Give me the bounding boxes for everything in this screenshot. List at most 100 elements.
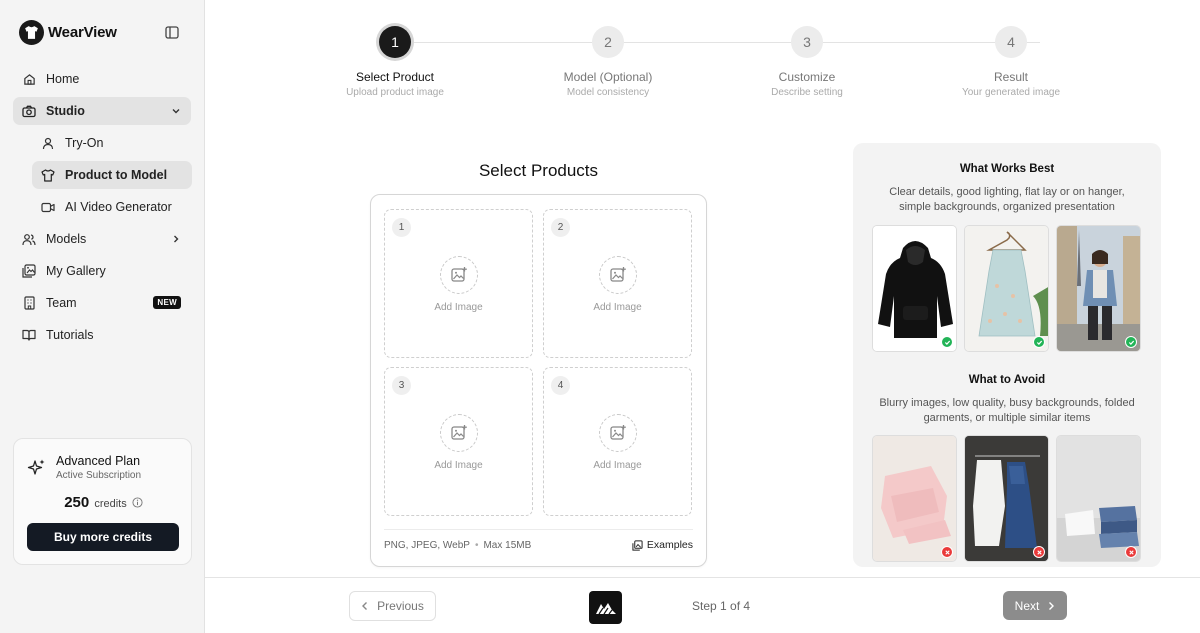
check-badge-icon xyxy=(1033,336,1045,348)
step-customize[interactable]: 3 Customize Describe setting xyxy=(737,26,877,98)
step-subtitle: Model consistency xyxy=(566,87,650,98)
example-folded-jeans-image xyxy=(1056,435,1141,562)
credits-display: 250 credits xyxy=(14,494,193,511)
plan-status: Active Subscription xyxy=(56,470,142,481)
sidebar-item-studio[interactable]: Studio xyxy=(13,97,191,125)
slot-number: 1 xyxy=(392,218,411,237)
sidebar-item-label: Product to Model xyxy=(65,168,168,182)
user-icon xyxy=(41,136,55,150)
sidebar-item-ai-video-generator[interactable]: AI Video Generator xyxy=(32,193,192,221)
step-result[interactable]: 4 Result Your generated image xyxy=(941,26,1081,98)
examples-label: Examples xyxy=(646,539,693,551)
example-folded-garment-image xyxy=(872,435,957,562)
file-requirements: PNG, JPEG, WebP • Max 15MB xyxy=(384,540,532,551)
tips-panel: What Works Best Clear details, good ligh… xyxy=(853,143,1161,567)
image-plus-icon xyxy=(599,256,637,294)
example-hanger-dress-image xyxy=(964,225,1049,352)
step-number: 1 xyxy=(379,26,411,58)
step-title: Model (Optional) xyxy=(563,70,653,84)
step-title: Select Product xyxy=(355,70,435,84)
upload-panel: 1 Add Image 2 Add Image 3 Add Image 4 Ad… xyxy=(370,194,707,567)
bad-tips-description: Blurry images, low quality, busy backgro… xyxy=(879,397,1135,424)
sidebar-toggle-icon[interactable] xyxy=(165,26,179,39)
step-number: 3 xyxy=(791,26,823,58)
gallery-icon xyxy=(632,539,643,551)
sidebar: WearView Home Studio Try-On Product to M… xyxy=(0,0,205,633)
sidebar-item-models[interactable]: Models xyxy=(13,225,191,253)
select-products-title: Select Products xyxy=(478,161,599,180)
camera-icon xyxy=(22,104,36,118)
gallery-icon xyxy=(22,264,36,278)
sidebar-item-try-on[interactable]: Try-On xyxy=(32,129,192,157)
new-badge: NEW xyxy=(153,296,181,309)
buy-credits-button[interactable]: Buy more credits xyxy=(27,523,179,551)
slot-number: 3 xyxy=(392,376,411,395)
chevron-down-icon xyxy=(171,105,181,115)
previous-button[interactable]: Previous xyxy=(349,591,436,621)
add-image-label: Add Image xyxy=(593,302,642,313)
next-button[interactable]: Next xyxy=(1003,591,1067,620)
users-icon xyxy=(22,232,36,246)
app-logo-icon xyxy=(589,591,622,624)
image-plus-icon xyxy=(440,256,478,294)
step-title: Result xyxy=(993,70,1028,84)
step-subtitle: Your generated image xyxy=(961,87,1061,98)
step-number: 4 xyxy=(995,26,1027,58)
step-count: Step 1 of 4 xyxy=(692,599,751,613)
info-icon[interactable] xyxy=(132,497,143,508)
add-image-label: Add Image xyxy=(434,460,483,471)
bad-tips-title: What to Avoid xyxy=(968,374,1046,386)
chevron-left-icon xyxy=(362,602,368,610)
add-image-label: Add Image xyxy=(434,302,483,313)
slot-number: 2 xyxy=(551,218,570,237)
sparkles-icon xyxy=(27,458,47,478)
add-image-label: Add Image xyxy=(593,460,642,471)
accepted-formats: PNG, JPEG, WebP xyxy=(384,540,470,551)
sidebar-item-home[interactable]: Home xyxy=(13,65,191,93)
credits-count: 250 xyxy=(64,494,90,511)
sidebar-item-label: Team xyxy=(46,296,77,310)
chevron-right-icon xyxy=(171,233,181,243)
brand[interactable]: WearView xyxy=(19,20,117,45)
example-multiple-items-image xyxy=(964,435,1049,562)
x-badge-icon xyxy=(1033,546,1045,558)
home-icon xyxy=(22,72,36,86)
next-label: Next xyxy=(1014,598,1040,613)
sidebar-item-label: AI Video Generator xyxy=(65,200,172,214)
brand-logo-icon xyxy=(19,20,44,45)
upload-slot-4[interactable]: 4 Add Image xyxy=(543,367,692,516)
main-content: 1 Select Product Upload product image 2 … xyxy=(205,0,1200,577)
step-select-product[interactable]: 1 Select Product Upload product image xyxy=(325,26,465,98)
slot-number: 4 xyxy=(551,376,570,395)
step-subtitle: Describe setting xyxy=(771,87,843,98)
sidebar-item-label: Studio xyxy=(46,104,85,118)
step-model[interactable]: 2 Model (Optional) Model consistency xyxy=(538,26,678,98)
shirt-icon xyxy=(41,168,55,182)
x-badge-icon xyxy=(941,546,953,558)
upload-slot-1[interactable]: 1 Add Image xyxy=(384,209,533,358)
previous-label: Previous xyxy=(377,599,424,613)
sidebar-item-label: Tutorials xyxy=(46,328,94,342)
footer-nav: Previous Step 1 of 4 Next xyxy=(205,577,1200,633)
sidebar-item-label: My Gallery xyxy=(46,264,106,278)
sidebar-item-team[interactable]: Team NEW xyxy=(13,289,191,317)
upload-slot-2[interactable]: 2 Add Image xyxy=(543,209,692,358)
sidebar-item-label: Try-On xyxy=(65,136,104,150)
upload-slot-3[interactable]: 3 Add Image xyxy=(384,367,533,516)
sidebar-item-label: Models xyxy=(46,232,87,246)
image-plus-icon xyxy=(440,414,478,452)
image-plus-icon xyxy=(599,414,637,452)
brand-name: WearView xyxy=(48,24,117,41)
sidebar-item-product-to-model[interactable]: Product to Model xyxy=(32,161,192,189)
step-subtitle: Upload product image xyxy=(346,87,444,98)
good-tips-description: Clear details, good lighting, flat lay o… xyxy=(889,186,1125,213)
plan-name: Advanced Plan xyxy=(56,454,141,468)
good-tips-title: What Works Best xyxy=(959,163,1055,175)
video-icon xyxy=(41,200,55,214)
max-file-size: Max 15MB xyxy=(483,540,532,551)
divider xyxy=(384,529,693,530)
book-icon xyxy=(22,328,36,342)
sidebar-item-tutorials[interactable]: Tutorials xyxy=(13,321,191,349)
examples-button[interactable]: Examples xyxy=(632,539,693,551)
sidebar-item-my-gallery[interactable]: My Gallery xyxy=(13,257,191,285)
